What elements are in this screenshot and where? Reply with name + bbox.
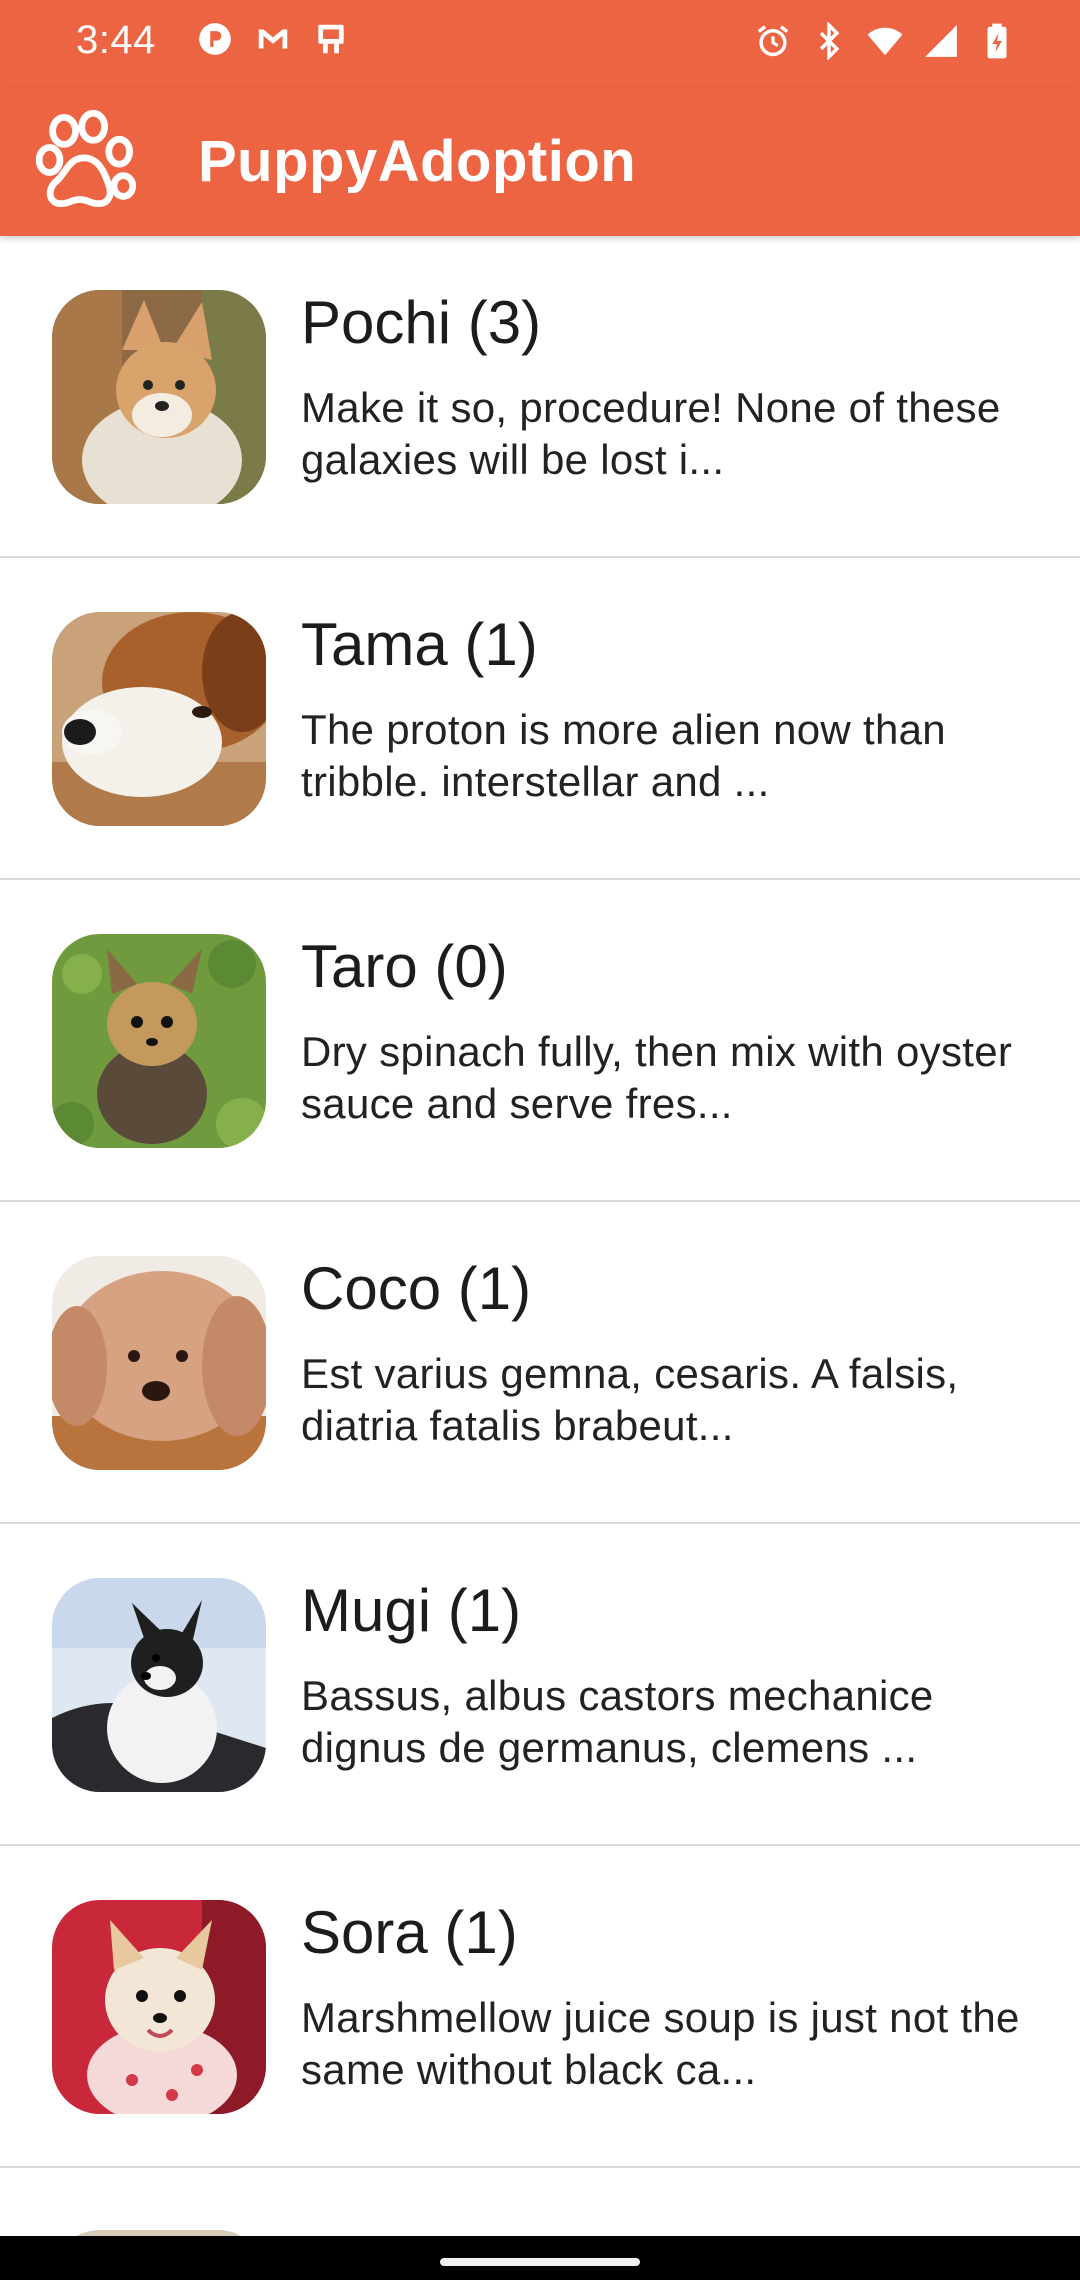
bluetooth-icon [819, 22, 840, 60]
battery-icon [987, 23, 1007, 59]
list-item[interactable]: Taro (0) Dry spinach fully, then mix wit… [0, 880, 1080, 1202]
app-bar: PuppyAdoption [0, 88, 1080, 236]
puppy-name: Sora (1) [301, 1899, 518, 1966]
puppy-description: Est varius gemna, cesaris. A falsis, dia… [301, 1350, 959, 1449]
list-item[interactable]: Coco (1) Est varius gemna, cesaris. A fa… [0, 1202, 1080, 1524]
puppy-description: Marshmellow juice soup is just not the s… [301, 1994, 1020, 2093]
gmail-icon [258, 29, 288, 49]
puppy-photo [52, 290, 266, 504]
puppy-photo [52, 1900, 266, 2114]
puppy-photo [52, 612, 266, 826]
puppy-name: Taro (0) [301, 933, 508, 1000]
puppy-name: Mugi (1) [301, 1577, 522, 1644]
puppy-list[interactable]: Pochi (3) Make it so, procedure! None of… [0, 236, 1080, 2168]
puppy-name: Tama (1) [301, 611, 538, 678]
list-item[interactable]: Sora (1) Marshmellow juice soup is just … [0, 1846, 1080, 2168]
status-bar: 3:44 [0, 0, 1080, 88]
wifi-icon [867, 27, 903, 56]
puppy-description: Make it so, procedure! None of these gal… [301, 384, 1001, 483]
paw-icon [36, 109, 137, 208]
puppy-photo [52, 1256, 266, 1470]
list-item[interactable]: Mugi (1) Bassus, albus castors mechanice… [0, 1524, 1080, 1846]
puppy-photo [52, 934, 266, 1148]
home-gesture-handle[interactable] [440, 2258, 640, 2266]
signal-icon [925, 25, 957, 57]
list-item[interactable]: Pochi (3) Make it so, procedure! None of… [0, 236, 1080, 558]
puppy-name: Coco (1) [301, 1255, 532, 1322]
app-title: PuppyAdoption [198, 129, 637, 194]
sim-icon [318, 24, 344, 54]
puppy-description: Dry spinach fully, then mix with oyster … [301, 1028, 1013, 1127]
notification-icon [199, 23, 231, 55]
status-time: 3:44 [76, 18, 156, 62]
puppy-description: Bassus, albus castors mechanice dignus d… [301, 1672, 934, 1771]
puppy-photo [52, 1578, 266, 1792]
list-item[interactable]: Tama (1) The proton is more alien now th… [0, 558, 1080, 880]
alarm-icon [757, 25, 789, 57]
puppy-description: The proton is more alien now than tribbl… [301, 706, 946, 805]
puppy-name: Pochi (3) [301, 289, 542, 356]
